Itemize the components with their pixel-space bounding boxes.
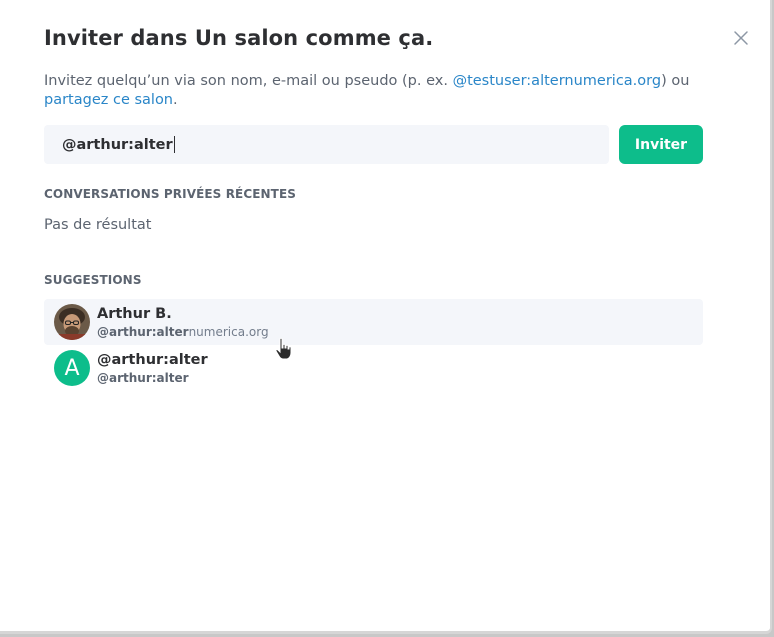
dialog-title: Inviter dans Un salon comme ça.: [44, 26, 434, 50]
recent-dms-heading: CONVERSATIONS PRIVÉES RÉCENTES: [44, 187, 296, 201]
suggestion-user-id: @arthur:alter: [97, 371, 189, 385]
suggestion-name: @arthur:alter: [97, 352, 208, 368]
suggestion-name: Arthur B.: [97, 306, 172, 322]
text-caret: [173, 136, 175, 153]
search-value: @arthur:alter: [62, 136, 173, 153]
avatar: A: [54, 350, 90, 386]
suggestion-tile-arthur-alter[interactable]: A @arthur:alter @arthur:alter: [44, 345, 703, 391]
avatar: [54, 304, 90, 340]
suggestion-user-id: @arthur:alternumerica.org: [97, 325, 269, 339]
example-user-link[interactable]: @testuser:alternumerica.org: [453, 73, 662, 89]
intro-or: ) ou: [661, 73, 690, 89]
suggestion-id-rest: numerica.org: [188, 325, 269, 339]
close-icon[interactable]: [731, 28, 751, 48]
avatar-photo: [54, 304, 90, 340]
suggestion-id-match: @arthur:alter: [97, 325, 189, 339]
suggestion-tile-arthur-b[interactable]: Arthur B. @arthur:alternumerica.org: [44, 299, 703, 345]
intro-text: Invitez quelqu’un via son nom, e-mail ou…: [44, 73, 453, 89]
share-room-link[interactable]: partagez ce salon: [44, 92, 173, 108]
invite-dialog: Inviter dans Un salon comme ça. Invitez …: [0, 0, 772, 634]
dialog-intro: Invitez quelqu’un via son nom, e-mail ou…: [44, 72, 704, 110]
hand-pointer-icon: [275, 337, 292, 360]
intro-end: .: [173, 92, 178, 108]
suggestions-heading: SUGGESTIONS: [44, 273, 142, 287]
invite-search-input[interactable]: @arthur:alter: [44, 125, 609, 164]
suggestion-id-match: @arthur:alter: [97, 371, 189, 385]
no-result-text: Pas de résultat: [44, 217, 152, 233]
invite-button[interactable]: Inviter: [619, 125, 703, 164]
